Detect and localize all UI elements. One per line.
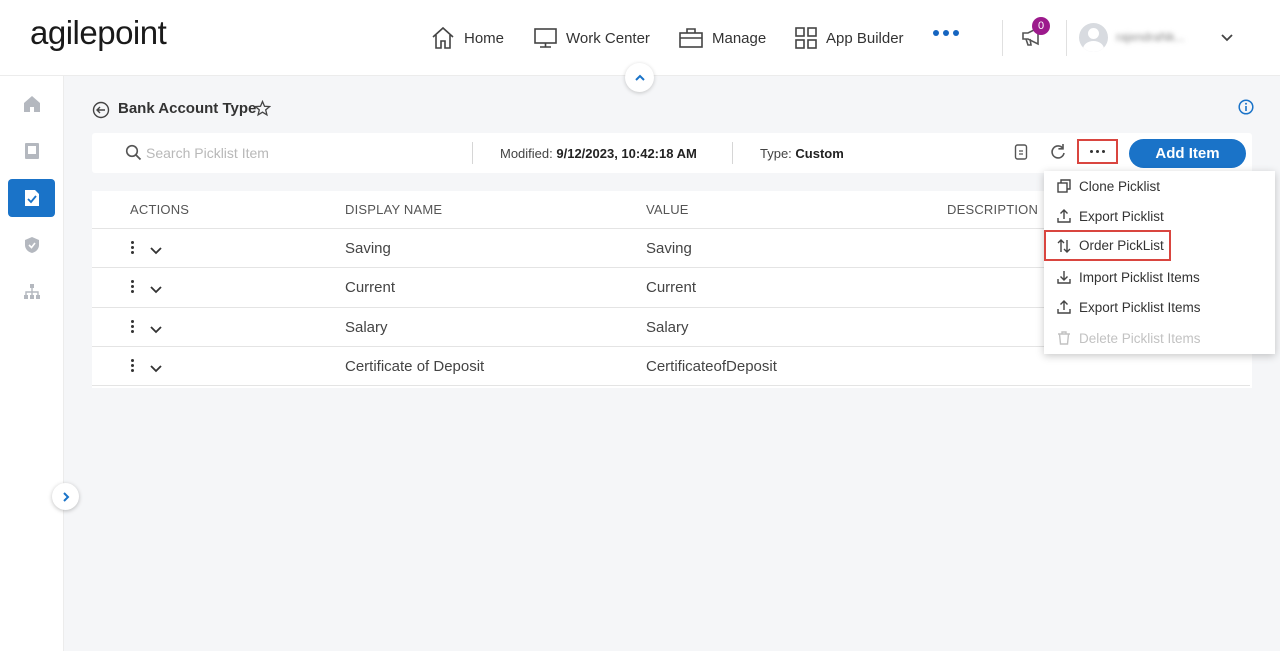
- search-input[interactable]: [146, 141, 446, 165]
- refresh-button[interactable]: [1049, 142, 1067, 167]
- row-actions-kebab-icon[interactable]: [131, 320, 134, 333]
- menu-item-export-picklist-items[interactable]: Export Picklist Items: [1044, 292, 1275, 322]
- clipboard-button[interactable]: [1013, 142, 1029, 167]
- sidebar-item-security[interactable]: [8, 226, 55, 264]
- chevron-up-icon: [634, 74, 645, 81]
- document-check-icon: [24, 190, 39, 206]
- sidebar-item-home[interactable]: [8, 85, 55, 123]
- cell-value: Salary: [646, 319, 689, 336]
- monitor-icon: [534, 28, 557, 48]
- menu-item-import-picklist-items[interactable]: Import Picklist Items: [1044, 262, 1275, 292]
- shield-icon: [24, 237, 39, 253]
- search-icon: [125, 144, 142, 166]
- nav-manage[interactable]: Manage: [678, 24, 766, 52]
- menu-item-label: Import Picklist Items: [1079, 269, 1200, 285]
- toolbar: Modified: 9/12/2023, 10:42:18 AM Type: C…: [92, 133, 1252, 173]
- nav-work-center-label: Work Center: [566, 29, 650, 47]
- sidebar-item-tablet[interactable]: [8, 132, 55, 170]
- page-title: Bank Account Type: [118, 100, 257, 117]
- toolbar-divider: [472, 142, 473, 164]
- home-icon: [23, 96, 40, 112]
- cell-value: Current: [646, 279, 697, 296]
- sidebar-item-picklist[interactable]: [8, 179, 55, 217]
- row-actions-kebab-icon[interactable]: [131, 280, 134, 293]
- export-icon: [1057, 300, 1071, 314]
- toolbar-divider: [732, 142, 733, 164]
- star-icon[interactable]: [253, 99, 272, 122]
- type-info: Type: Custom: [760, 146, 844, 161]
- expand-sidebar-button[interactable]: [52, 483, 79, 510]
- menu-item-label: Order PickList: [1079, 238, 1164, 253]
- header-divider: [1066, 20, 1067, 56]
- clipboard-icon: [1014, 144, 1028, 160]
- type-value: Custom: [795, 146, 844, 161]
- type-label: Type:: [760, 146, 792, 161]
- collapse-header-button[interactable]: [625, 63, 654, 92]
- chevron-down-icon[interactable]: [1219, 30, 1235, 51]
- more-actions-menu: Clone Picklist Export Picklist Order Pic…: [1044, 171, 1275, 354]
- clone-icon: [1057, 179, 1071, 193]
- menu-item-delete-picklist-items: Delete Picklist Items: [1044, 323, 1275, 353]
- column-header-display-name[interactable]: DISPLAY NAME: [345, 202, 442, 217]
- info-icon[interactable]: [1238, 99, 1254, 120]
- nav-home-label: Home: [464, 29, 505, 47]
- cell-display-name: Current: [345, 279, 396, 296]
- row-actions-kebab-icon[interactable]: [131, 241, 134, 254]
- cell-display-name: Certificate of Deposit: [345, 358, 485, 375]
- menu-item-order-picklist[interactable]: Order PickList: [1044, 230, 1171, 261]
- row-actions-kebab-icon[interactable]: [131, 359, 134, 372]
- sort-icon: [1057, 238, 1071, 253]
- chevron-down-icon[interactable]: [150, 322, 162, 340]
- nav-app-builder[interactable]: App Builder: [794, 24, 904, 52]
- hierarchy-icon: [23, 284, 40, 299]
- tablet-icon: [24, 143, 39, 159]
- sidebar: [0, 76, 64, 651]
- column-header-actions: ACTIONS: [130, 202, 190, 217]
- menu-item-label: Export Picklist: [1079, 208, 1164, 224]
- menu-item-label: Clone Picklist: [1079, 178, 1161, 194]
- nav-manage-label: Manage: [712, 29, 767, 47]
- menu-item-label: Delete Picklist Items: [1079, 330, 1201, 346]
- chevron-right-icon: [62, 491, 69, 502]
- home-icon: [432, 26, 454, 49]
- more-actions-button[interactable]: [1077, 139, 1118, 164]
- briefcase-icon: [679, 28, 703, 48]
- avatar[interactable]: [1079, 23, 1108, 52]
- menu-item-clone-picklist[interactable]: Clone Picklist: [1044, 171, 1275, 201]
- chevron-down-icon[interactable]: [150, 243, 162, 261]
- nav-app-builder-label: App Builder: [826, 29, 904, 47]
- cell-display-name: Saving: [345, 240, 391, 257]
- nav-more-button[interactable]: [933, 30, 959, 36]
- chevron-down-icon[interactable]: [150, 361, 162, 379]
- add-item-button[interactable]: Add Item: [1129, 139, 1246, 168]
- sidebar-item-hierarchy[interactable]: [8, 273, 55, 311]
- modified-label: Modified:: [500, 146, 553, 161]
- notification-badge: 0: [1032, 17, 1050, 35]
- chevron-down-icon[interactable]: [150, 282, 162, 300]
- user-name[interactable]: rajendraNk...: [1116, 30, 1185, 44]
- nav-home[interactable]: Home: [430, 24, 504, 52]
- modified-value: 9/12/2023, 10:42:18 AM: [556, 146, 697, 161]
- modified-info: Modified: 9/12/2023, 10:42:18 AM: [500, 146, 697, 161]
- cell-value: Saving: [646, 240, 692, 257]
- agilepoint-logo[interactable]: agilepoint: [30, 14, 167, 52]
- grid-icon: [795, 27, 817, 49]
- refresh-icon: [1051, 144, 1065, 159]
- import-icon: [1057, 271, 1071, 284]
- back-arrow-icon[interactable]: [92, 101, 110, 124]
- nav-work-center[interactable]: Work Center: [533, 24, 650, 52]
- menu-item-export-picklist[interactable]: Export Picklist: [1044, 201, 1275, 231]
- cell-display-name: Salary: [345, 319, 388, 336]
- trash-icon: [1058, 331, 1070, 345]
- column-header-description[interactable]: DESCRIPTION: [947, 202, 1038, 217]
- cell-value: CertificateofDeposit: [646, 358, 777, 375]
- header-divider: [1002, 20, 1003, 56]
- menu-item-label: Export Picklist Items: [1079, 299, 1201, 315]
- column-header-value[interactable]: VALUE: [646, 202, 689, 217]
- export-icon: [1057, 209, 1071, 223]
